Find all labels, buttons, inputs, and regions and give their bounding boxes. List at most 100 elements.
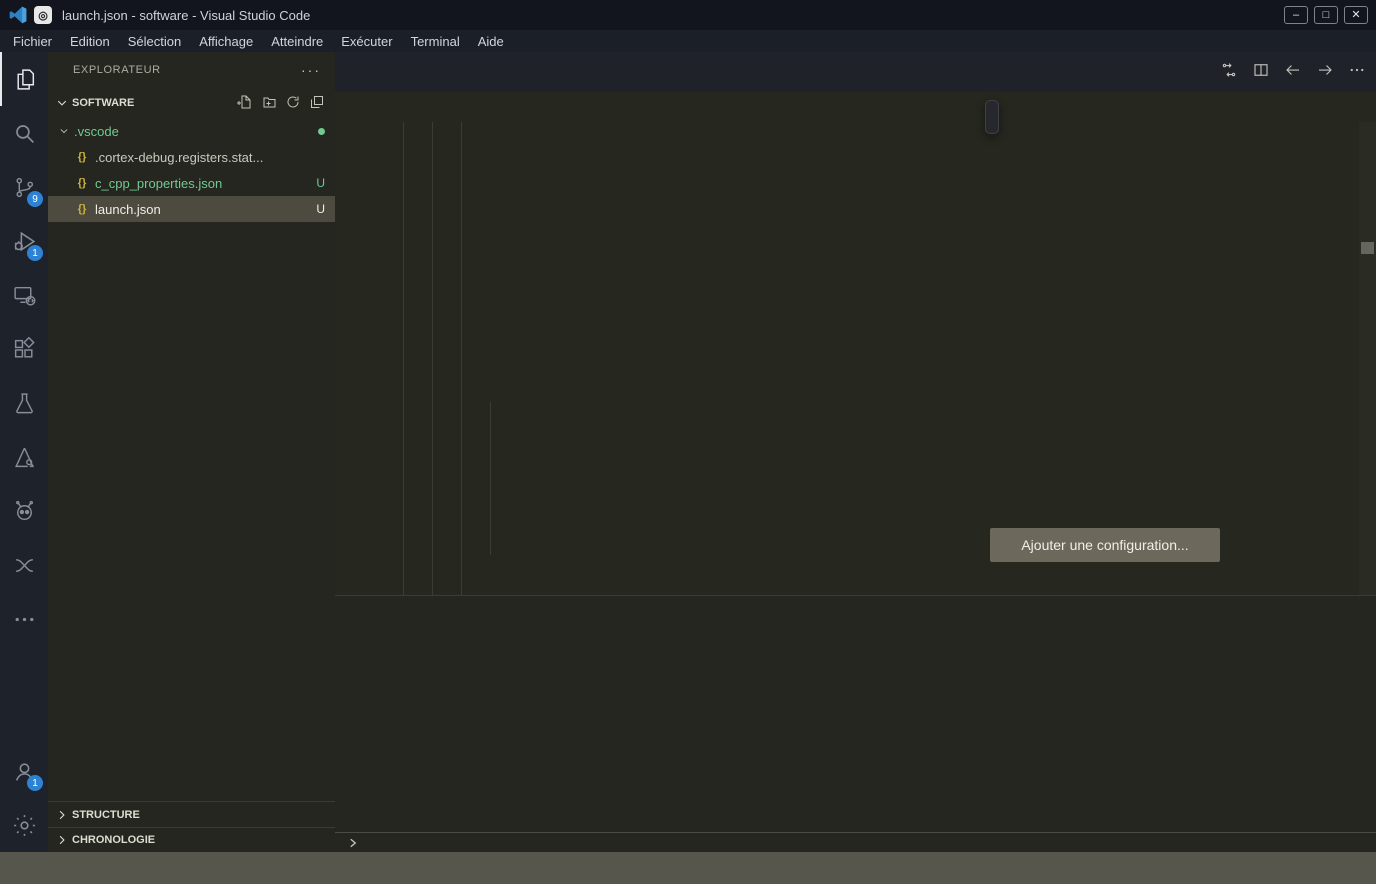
window-controls: – □ ✕ <box>1284 6 1368 24</box>
explorer-sidebar: EXPLORATEUR ··· SOFTWARE .vscode {} .corte… <box>48 52 335 852</box>
changes-dot-icon <box>318 128 325 135</box>
new-folder-icon[interactable] <box>261 94 277 113</box>
go-forward-icon[interactable] <box>1316 61 1334 84</box>
bottom-panel <box>335 595 1376 852</box>
activity-settings[interactable] <box>0 798 48 852</box>
chevron-down-icon <box>56 126 72 136</box>
infinity-icon <box>12 553 37 578</box>
explorer-header: EXPLORATEUR ··· <box>48 52 335 88</box>
activity-cmake-tools[interactable] <box>0 430 48 484</box>
more-icon <box>12 607 37 632</box>
refresh-icon[interactable] <box>285 94 301 113</box>
vscode-logo-icon <box>8 5 28 25</box>
tree-item-launch.json[interactable]: {} launch.json U <box>48 196 335 222</box>
files-icon <box>13 67 38 92</box>
activity-bar: 91 1 <box>0 52 48 852</box>
window-title: launch.json - software - Visual Studio C… <box>62 8 310 23</box>
badge-count: 1 <box>27 775 43 791</box>
file-name: .vscode <box>74 124 119 139</box>
scrollbar-thumb[interactable] <box>1361 242 1374 254</box>
tree-item-.vscode[interactable]: .vscode <box>48 118 335 144</box>
debug-toolbar <box>985 100 999 134</box>
search-icon <box>12 121 37 146</box>
new-file-icon[interactable] <box>237 94 253 113</box>
panel-tabs <box>335 596 1376 636</box>
file-name: launch.json <box>95 202 161 217</box>
badge-count: 9 <box>27 191 43 207</box>
remote-icon <box>12 283 37 308</box>
file-name: c_cpp_properties.json <box>95 176 222 191</box>
activity-top: 91 <box>0 52 48 646</box>
vscode-window: ◎ launch.json - software - Visual Studio… <box>0 0 1376 884</box>
tree-item-.cortex-debug.registers.stat...[interactable]: {} .cortex-debug.registers.stat... <box>48 144 335 170</box>
activity-bottom: 1 <box>0 744 48 852</box>
menu-item-aide[interactable]: Aide <box>469 30 513 52</box>
open-changes-icon[interactable] <box>1220 61 1238 84</box>
editor-region: Ajouter une configuration... <box>335 52 1376 852</box>
menu-bar: FichierEditionSélectionAffichageAtteindr… <box>0 30 1376 52</box>
tree-item-c_cpp_properties.json[interactable]: {} c_cpp_properties.json U <box>48 170 335 196</box>
minimap[interactable] <box>1229 122 1359 595</box>
activity-accounts[interactable]: 1 <box>0 744 48 798</box>
activity-remote-explorer[interactable] <box>0 268 48 322</box>
explorer-more-icon[interactable]: ··· <box>301 62 321 78</box>
minimize-button[interactable]: – <box>1284 6 1308 24</box>
menu-item-exécuter[interactable]: Exécuter <box>332 30 401 52</box>
cmake-icon <box>12 445 37 470</box>
activity-extensions[interactable] <box>0 322 48 376</box>
file-tree: .vscode {} .cortex-debug.registers.stat...… <box>48 118 335 222</box>
activity-testing[interactable] <box>0 376 48 430</box>
workspace-section-header[interactable]: SOFTWARE <box>48 88 335 118</box>
file-name: .cortex-debug.registers.stat... <box>95 150 263 165</box>
menu-item-fichier[interactable]: Fichier <box>4 30 61 52</box>
chronology-label: CHRONOLOGIE <box>72 834 155 846</box>
activity-search[interactable] <box>0 106 48 160</box>
activity-explorer[interactable] <box>0 52 48 106</box>
breadcrumb <box>335 92 1376 122</box>
activity-vs-solution[interactable] <box>0 538 48 592</box>
extensions-icon <box>12 337 37 362</box>
gear-icon <box>12 813 37 838</box>
debug-console-output <box>335 641 1372 832</box>
menu-item-edition[interactable]: Edition <box>61 30 119 52</box>
editor-actions <box>1220 52 1366 92</box>
explorer-actions <box>237 94 325 113</box>
explorer-title: EXPLORATEUR <box>73 64 161 76</box>
chronology-section[interactable]: CHRONOLOGIE <box>48 827 335 852</box>
add-configuration-button[interactable]: Ajouter une configuration... <box>990 528 1220 562</box>
prompt-chevron-icon <box>347 837 359 849</box>
activity-source-control[interactable]: 9 <box>0 160 48 214</box>
structure-section[interactable]: STRUCTURE <box>48 801 335 827</box>
editor-scrollbar[interactable] <box>1359 122 1376 595</box>
git-status-badge: U <box>316 202 325 216</box>
chevron-right-icon <box>56 834 68 846</box>
maximize-button[interactable]: □ <box>1314 6 1338 24</box>
debug-console-input[interactable] <box>335 832 1376 852</box>
more-actions-icon[interactable] <box>1348 61 1366 84</box>
app-badge-icon: ◎ <box>34 6 52 24</box>
collapse-all-icon[interactable] <box>309 94 325 113</box>
badge-count: 1 <box>27 245 43 261</box>
title-bar: ◎ launch.json - software - Visual Studio… <box>0 0 1376 30</box>
status-bar <box>0 852 1376 884</box>
activity-robot-extension[interactable] <box>0 484 48 538</box>
close-button[interactable]: ✕ <box>1344 6 1368 24</box>
menu-item-atteindre[interactable]: Atteindre <box>262 30 332 52</box>
go-back-icon[interactable] <box>1284 61 1302 84</box>
file-type-icon: {} <box>74 151 90 163</box>
structure-label: STRUCTURE <box>72 809 140 821</box>
menu-item-sélection[interactable]: Sélection <box>119 30 190 52</box>
menu-item-affichage[interactable]: Affichage <box>190 30 262 52</box>
workspace-section-label: SOFTWARE <box>72 97 134 109</box>
beaker-icon <box>12 391 37 416</box>
robot-icon <box>12 499 37 524</box>
activity-run-and-debug[interactable]: 1 <box>0 214 48 268</box>
activity-more-views[interactable] <box>0 592 48 646</box>
file-type-icon: {} <box>74 177 90 189</box>
git-status-badge: U <box>316 176 325 190</box>
split-editor-icon[interactable] <box>1252 61 1270 84</box>
chevron-down-icon <box>56 97 68 109</box>
code-editor[interactable] <box>335 122 1376 595</box>
menu-item-terminal[interactable]: Terminal <box>402 30 469 52</box>
file-type-icon: {} <box>74 203 90 215</box>
